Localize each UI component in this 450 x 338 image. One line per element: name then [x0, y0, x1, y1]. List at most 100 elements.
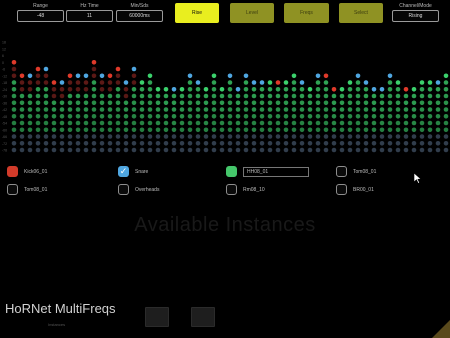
meter-dot	[51, 147, 57, 153]
meter-dot	[91, 127, 97, 133]
meter-dot	[259, 114, 265, 119]
meter-dot	[27, 127, 33, 133]
meter-dot	[11, 134, 17, 139]
meter-dot	[291, 134, 297, 139]
meter-dot	[91, 147, 97, 153]
meter-dot	[227, 147, 233, 153]
meter-dot	[83, 73, 89, 79]
min-sds-field[interactable]: 60000ms	[116, 10, 163, 22]
track-item-br[interactable]: BR00_01	[336, 184, 374, 195]
meter-dot	[11, 100, 17, 106]
range-control[interactable]: Range -48	[17, 3, 64, 22]
meter-dot	[75, 120, 81, 126]
meter-dot	[43, 141, 49, 146]
meter-dot	[155, 87, 161, 92]
meter-dot	[251, 127, 257, 133]
meter-dot	[243, 134, 249, 139]
meter-dot	[187, 107, 193, 112]
meter-dot	[243, 93, 249, 99]
meter-dot	[291, 141, 297, 146]
track-item-snare[interactable]: ✓ Snare	[118, 166, 148, 177]
track-color-swatch[interactable]	[7, 184, 18, 195]
meter-dot	[19, 93, 25, 99]
meter-dot	[59, 107, 65, 112]
meter-dot	[91, 141, 97, 146]
meter-dot	[187, 120, 193, 126]
meter-dot	[283, 127, 289, 133]
select-toggle-button[interactable]: Select	[339, 3, 383, 23]
brand-subtitle: Instances	[48, 322, 66, 327]
meter-dot	[435, 87, 441, 92]
meter-dot	[387, 147, 393, 153]
meter-dot	[299, 120, 305, 126]
track-color-swatch[interactable]	[226, 184, 237, 195]
min-sds-control[interactable]: Min/Sds 60000ms	[116, 3, 163, 22]
hz-time-control[interactable]: Hz Time 11	[66, 3, 113, 22]
track-item-hh[interactable]: HH08_01	[226, 166, 310, 177]
meter-dot	[115, 100, 121, 106]
meter-dot	[187, 141, 193, 146]
hz-time-field[interactable]: 11	[66, 10, 113, 22]
track-color-swatch[interactable]	[118, 184, 129, 195]
meter-dot	[435, 114, 441, 119]
meter-dot	[51, 120, 57, 126]
track-color-swatch[interactable]: ✓	[118, 166, 129, 177]
meter-dot	[371, 120, 377, 126]
track-color-swatch[interactable]	[336, 166, 347, 177]
meter-row-label: -72	[2, 142, 7, 146]
meter-dot	[27, 114, 33, 119]
track-color-swatch[interactable]	[226, 166, 237, 177]
meter-dot	[195, 80, 201, 85]
meter-dot	[443, 141, 449, 146]
meter-dot	[107, 120, 113, 126]
meter-dot	[35, 127, 41, 133]
meter-dot	[123, 80, 129, 85]
meter-dot	[43, 114, 49, 119]
meter-dot	[355, 141, 361, 146]
meter-dot	[267, 80, 273, 85]
meter-dot	[131, 73, 137, 79]
range-field[interactable]: -48	[17, 10, 64, 22]
meter-dot	[171, 114, 177, 119]
meter-dot	[315, 147, 321, 153]
meter-dot	[403, 127, 409, 133]
meter-dot	[323, 127, 329, 133]
meter-dot	[123, 107, 129, 112]
track-item-kick[interactable]: Kick06_01	[7, 166, 47, 177]
mode-control[interactable]: Channel/Mode Rising	[392, 3, 439, 22]
meter-dot	[251, 107, 257, 112]
footer-button-left[interactable]	[145, 307, 169, 327]
meter-dot	[219, 93, 225, 99]
track-color-swatch[interactable]	[7, 166, 18, 177]
rise-toggle-button[interactable]: Rise	[175, 3, 219, 23]
track-name: Tom08_01	[353, 168, 377, 175]
level-toggle-button[interactable]: Level	[230, 3, 274, 23]
meter-dot	[75, 100, 81, 106]
resize-grip-icon[interactable]	[432, 320, 450, 338]
meter-dot	[203, 134, 209, 139]
meter-dot	[395, 80, 401, 85]
meter-dot	[179, 87, 185, 92]
meter-dot	[227, 114, 233, 119]
footer-button-right[interactable]	[191, 307, 215, 327]
track-item-room[interactable]: Rm08_10	[226, 184, 265, 195]
meter-dot	[83, 134, 89, 139]
track-name-field[interactable]: HH08_01	[243, 166, 310, 177]
meter-dot	[91, 80, 97, 85]
meter-dot	[171, 87, 177, 92]
meter-dot	[339, 87, 345, 92]
meter-row-label: 6	[2, 54, 4, 58]
meter-dot	[283, 141, 289, 146]
track-item-tom-2[interactable]: Tom08_01	[7, 184, 47, 195]
freqs-toggle-button[interactable]: Freqs	[284, 3, 329, 23]
meter-dot	[211, 120, 217, 126]
track-item-tom[interactable]: Tom08_01	[336, 166, 376, 177]
meter-dot	[323, 120, 329, 126]
meter-dot	[323, 100, 329, 106]
mode-dropdown[interactable]: Rising	[392, 10, 439, 22]
meter-dot	[371, 147, 377, 153]
meter-dot	[67, 80, 73, 85]
meter-dot	[395, 120, 401, 126]
track-item-overheads[interactable]: Overheads	[118, 184, 159, 195]
track-color-swatch[interactable]	[336, 184, 347, 195]
